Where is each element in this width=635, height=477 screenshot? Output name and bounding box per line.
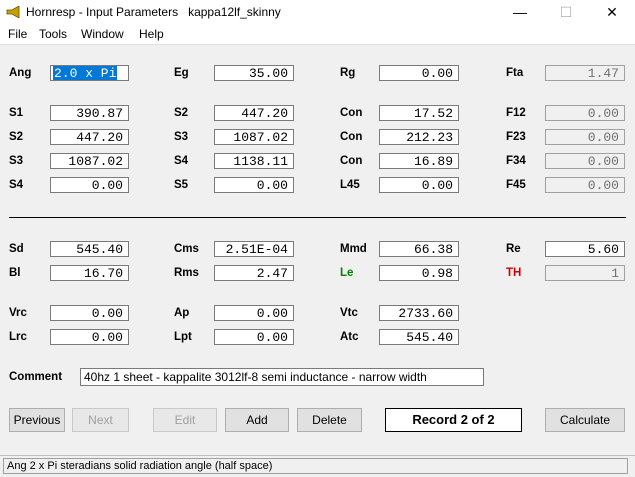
con-3-label: Con (340, 155, 363, 167)
rg-field[interactable]: 0.00 (379, 65, 459, 81)
delete-button[interactable]: Delete (297, 408, 362, 432)
f23-field: 0.00 (545, 129, 625, 145)
ang-field[interactable]: 2.0 x Pi (50, 65, 129, 81)
eg-field[interactable]: 35.00 (214, 65, 294, 81)
f23-label: F23 (506, 131, 526, 143)
add-button[interactable]: Add (225, 408, 289, 432)
title-bar: Hornresp - Input Parameters kappa12lf_sk… (0, 0, 635, 24)
s3-field[interactable]: 1087.02 (214, 129, 294, 145)
l45-label: L45 (340, 179, 360, 191)
s2-label-row2: S2 (9, 131, 24, 143)
section-divider (9, 217, 626, 218)
lpt-label: Lpt (174, 331, 192, 343)
ap-label: Ap (174, 307, 190, 319)
fta-field: 1.47 (545, 65, 625, 81)
con-1-field[interactable]: 17.52 (379, 105, 459, 121)
s2-label: S2 (174, 107, 189, 119)
con-2-label: Con (340, 131, 363, 143)
vtc-field[interactable]: 2733.60 (379, 305, 459, 321)
hornresp-app-icon (6, 6, 20, 18)
previous-button[interactable]: Previous (9, 408, 65, 432)
s4-label-row4: S4 (9, 179, 24, 191)
menu-file[interactable]: File (8, 27, 27, 41)
s4-field-row4[interactable]: 0.00 (50, 177, 129, 193)
s5-label: S5 (174, 179, 189, 191)
mmd-label: Mmd (340, 243, 367, 255)
s1-field[interactable]: 390.87 (50, 105, 129, 121)
sd-label: Sd (9, 243, 24, 255)
f34-label: F34 (506, 155, 526, 167)
s3-label: S3 (174, 131, 189, 143)
s5-field[interactable]: 0.00 (214, 177, 294, 193)
f45-label: F45 (506, 179, 526, 191)
con-3-field[interactable]: 16.89 (379, 153, 459, 169)
cms-field[interactable]: 2.51E-04 (214, 241, 294, 257)
fta-label: Fta (506, 67, 524, 79)
maximize-button[interactable]: ☐ (543, 0, 589, 24)
lpt-field[interactable]: 0.00 (214, 329, 294, 345)
sd-field[interactable]: 545.40 (50, 241, 129, 257)
menu-bar: File Tools Window Help (0, 24, 635, 45)
con-2-field[interactable]: 212.23 (379, 129, 459, 145)
f45-field: 0.00 (545, 177, 625, 193)
record-indicator: Record 2 of 2 (385, 408, 522, 432)
s3-label-row3: S3 (9, 155, 24, 167)
s2-field[interactable]: 447.20 (214, 105, 294, 121)
next-button[interactable]: Next (72, 408, 129, 432)
rg-label: Rg (340, 67, 356, 79)
s1-label: S1 (9, 107, 24, 119)
comment-label: Comment (9, 371, 63, 383)
eg-label: Eg (174, 67, 189, 79)
th-field: 1 (545, 265, 625, 281)
window-title: Hornresp - Input Parameters kappa12lf_sk… (26, 5, 281, 19)
bl-field[interactable]: 16.70 (50, 265, 129, 281)
menu-tools[interactable]: Tools (39, 27, 67, 41)
menu-help[interactable]: Help (139, 27, 164, 41)
re-label: Re (506, 243, 521, 255)
vtc-label: Vtc (340, 307, 358, 319)
th-label[interactable]: TH (506, 266, 521, 280)
comment-field[interactable]: 40hz 1 sheet - kappalite 3012lf-8 semi i… (80, 368, 484, 386)
lrc-label: Lrc (9, 331, 27, 343)
lrc-field[interactable]: 0.00 (50, 329, 129, 345)
f12-label: F12 (506, 107, 526, 119)
atc-field[interactable]: 545.40 (379, 329, 459, 345)
f34-field: 0.00 (545, 153, 625, 169)
bl-label: Bl (9, 267, 21, 279)
minimize-button[interactable]: — (497, 0, 543, 24)
cms-label: Cms (174, 243, 199, 255)
mmd-field[interactable]: 66.38 (379, 241, 459, 257)
re-field[interactable]: 5.60 (545, 241, 625, 257)
rms-field[interactable]: 2.47 (214, 265, 294, 281)
le-label[interactable]: Le (340, 266, 353, 280)
ang-label: Ang (9, 67, 32, 79)
s3-field-row3[interactable]: 1087.02 (50, 153, 129, 169)
status-bar: Ang 2 x Pi steradians solid radiation an… (0, 455, 635, 477)
status-text: Ang 2 x Pi steradians solid radiation an… (3, 458, 628, 474)
calculate-button[interactable]: Calculate (545, 408, 625, 432)
menu-window[interactable]: Window (81, 27, 124, 41)
vrc-label: Vrc (9, 307, 27, 319)
s2-field-row2[interactable]: 447.20 (50, 129, 129, 145)
le-field[interactable]: 0.98 (379, 265, 459, 281)
edit-button[interactable]: Edit (153, 408, 217, 432)
f12-field: 0.00 (545, 105, 625, 121)
close-button[interactable]: ✕ (589, 0, 635, 24)
s4-field[interactable]: 1138.11 (214, 153, 294, 169)
con-1-label: Con (340, 107, 363, 119)
atc-label: Atc (340, 331, 359, 343)
s4-label: S4 (174, 155, 189, 167)
vrc-field[interactable]: 0.00 (50, 305, 129, 321)
ap-field[interactable]: 0.00 (214, 305, 294, 321)
rms-label: Rms (174, 267, 199, 279)
l45-field[interactable]: 0.00 (379, 177, 459, 193)
